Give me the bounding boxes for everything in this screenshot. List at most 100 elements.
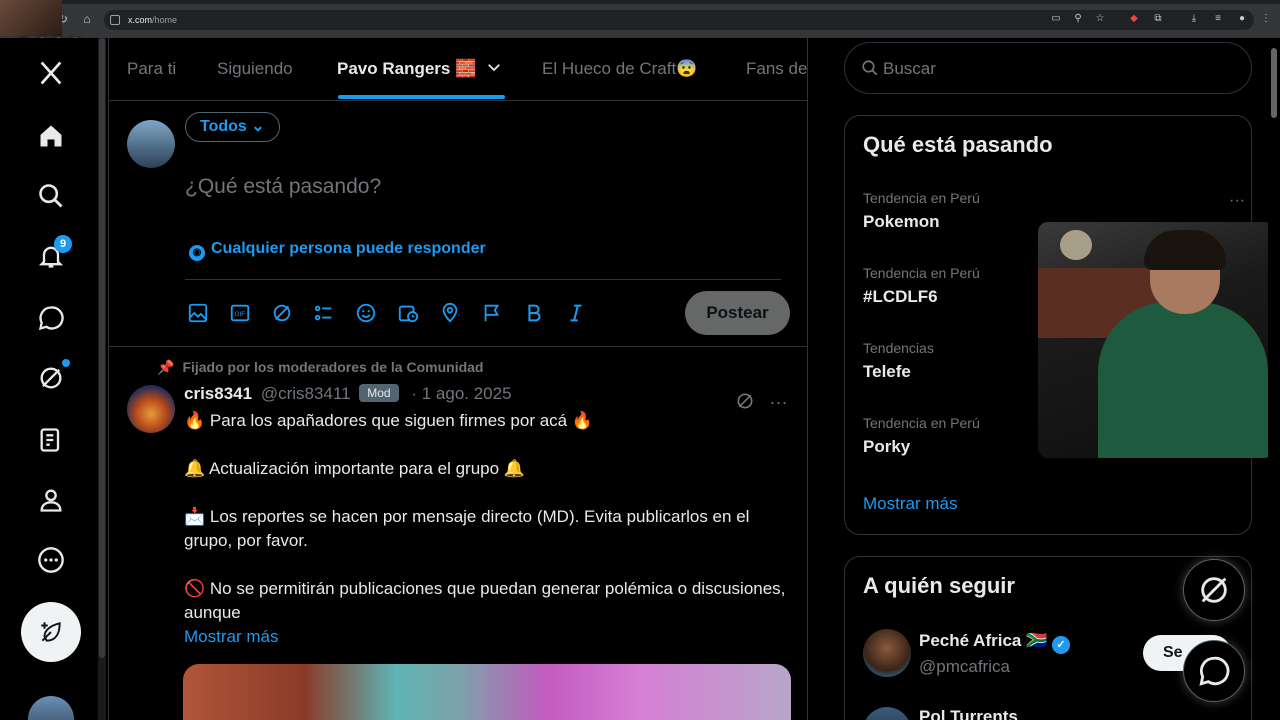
post-media-image[interactable] [183,664,791,720]
pinned-post[interactable]: 📌 Fijado por los moderadores de la Comuni… [109,347,807,720]
grok-floating-button[interactable] [1183,559,1245,621]
post-text: 🔥 Para los apañadores que siguen firmes … [184,409,794,649]
trend-item[interactable]: Tendencias Telefe [863,340,934,382]
show-more-link[interactable]: Mostrar más [184,625,794,649]
post-date[interactable]: · 1 ago. 2025 [411,384,511,403]
messages-bubble-icon[interactable] [34,301,68,335]
trends-show-more-link[interactable]: Mostrar más [863,494,957,514]
media-image-icon[interactable] [186,301,210,325]
author-handle[interactable]: @cris83411 [261,384,351,403]
trend-item[interactable]: Tendencia en Perú #LCDLF6 [863,265,980,307]
reply-setting[interactable]: ◉ Cualquier persona puede responder [189,240,486,261]
suggested-account-handle[interactable]: @pmcafrica [919,657,1010,677]
more-dots-icon[interactable]: ··· [1229,192,1245,210]
trend-context: Tendencias [863,340,934,356]
audience-selector[interactable]: Todos ⌄ [185,112,280,142]
home-icon[interactable] [34,119,68,153]
extension-icon[interactable]: ◆ [1128,13,1140,25]
profile-icon[interactable]: ● [1236,13,1248,25]
italic-icon[interactable] [564,301,588,325]
left-scrollbar-thumb[interactable] [99,38,105,658]
suggested-account-avatar[interactable] [863,629,911,677]
more-options-icon[interactable] [34,543,68,577]
left-scrollbar[interactable] [98,38,106,720]
x-logo-icon[interactable] [34,56,68,90]
gif-icon[interactable]: GIF [228,301,252,325]
compose-post-button[interactable] [21,602,81,662]
trend-item[interactable]: Tendencia en Perú Porky [863,415,980,457]
globe-icon: ◉ [189,245,205,261]
tab-strip [0,0,1280,4]
post-composer: Todos ⌄ ¿Qué está pasando? ◉ Cualquier pe… [109,101,807,347]
trend-topic: #LCDLF6 [863,287,938,306]
tab-pavo-rangers[interactable]: Pavo Rangers 🧱 [337,59,476,79]
flag-icon[interactable] [480,301,504,325]
home-icon[interactable]: ⌂ [80,12,94,26]
trend-topic: Telefe [863,362,911,381]
chevron-down-icon: ⌄ [251,118,265,135]
page-scrollbar[interactable] [1268,38,1280,720]
post-author-avatar[interactable] [127,385,175,433]
post-paragraph: 🚫 No se permitirán publicaciones que pue… [184,579,786,622]
trend-item[interactable]: Tendencia en Perú Pokemon [863,190,980,232]
author-name[interactable]: cris8341 [184,384,252,403]
emoji-icon[interactable] [354,301,378,325]
grok-icon[interactable] [270,301,294,325]
schedule-icon[interactable] [396,301,420,325]
media-icon[interactable]: ≡ [1212,13,1224,25]
composer-avatar[interactable] [127,120,175,168]
trend-context: Tendencia en Perú [863,415,980,431]
notifications-badge: 9 [54,235,72,253]
suggested-account-name[interactable]: Peché Africa 🇿🇦 ✓ [919,631,1070,654]
download-icon[interactable]: ⤓ [1188,13,1200,25]
post-header: cris8341 @cris83411 Mod · 1 ago. 2025 [184,384,512,404]
chevron-down-icon[interactable] [485,58,503,81]
message-bubble-icon [1199,656,1230,686]
grok-unread-dot [62,359,70,367]
svg-text:GIF: GIF [235,311,246,318]
page-scrollbar-thumb[interactable] [1271,48,1277,118]
explore-search-icon[interactable] [34,179,68,213]
profile-person-icon[interactable] [34,483,68,517]
suggested-account-avatar[interactable] [863,707,911,720]
post-button[interactable]: Postear [685,291,790,335]
verified-badge-icon: ✓ [1052,636,1070,654]
suggested-account-name-text: Peché Africa 🇿🇦 [919,631,1048,650]
tab-fans-de[interactable]: Fans de [746,59,807,79]
poll-list-icon[interactable] [312,301,336,325]
trend-context: Tendencia en Perú [863,265,980,281]
lists-icon[interactable] [34,423,68,457]
search-input[interactable]: Buscar [844,42,1252,94]
notifications-bell-icon[interactable]: 9 [34,235,72,273]
pinned-label: 📌 Fijado por los moderadores de la Comuni… [157,359,483,376]
tab-el-hueco-de-craft[interactable]: El Hueco de Craft😨 [542,59,697,79]
tab-siguiendo[interactable]: Siguiendo [217,59,293,79]
active-tab-indicator [338,95,505,99]
cast-icon[interactable]: ▭ [1050,13,1062,25]
search-icon [861,59,879,82]
reply-setting-label: Cualquier persona puede responder [211,240,486,257]
tab-para-ti[interactable]: Para ti [127,59,176,79]
extensions-puzzle-icon[interactable]: ⧉ [1152,13,1164,25]
compose-textarea[interactable]: ¿Qué está pasando? [185,175,381,199]
webcam-background-lamp [1060,230,1092,260]
suggested-account-name[interactable]: Pol Turrents [919,707,1018,720]
grok-icon[interactable] [34,359,70,395]
zoom-icon[interactable]: ⚲ [1072,13,1084,25]
bold-icon[interactable] [522,301,546,325]
composer-divider [185,279,781,280]
trend-context: Tendencia en Perú [863,190,980,206]
site-info-icon[interactable] [110,15,120,25]
kebab-menu-icon[interactable]: ⋮ [1260,13,1272,25]
bookmark-star-icon[interactable]: ☆ [1094,13,1106,25]
streamer-webcam-overlay [1038,222,1274,458]
main-timeline: Para ti Siguiendo Pavo Rangers 🧱 El Huec… [108,38,808,720]
account-avatar[interactable] [28,696,74,720]
location-pin-icon[interactable] [438,301,462,325]
feather-plus-icon [41,622,61,642]
search-placeholder: Buscar [883,59,936,78]
pinned-label-text: Fijado por los moderadores de la Comunid… [182,359,484,375]
grok-icon [1201,577,1227,603]
webcam-person-body [1098,302,1268,458]
messages-floating-button[interactable] [1183,640,1245,702]
